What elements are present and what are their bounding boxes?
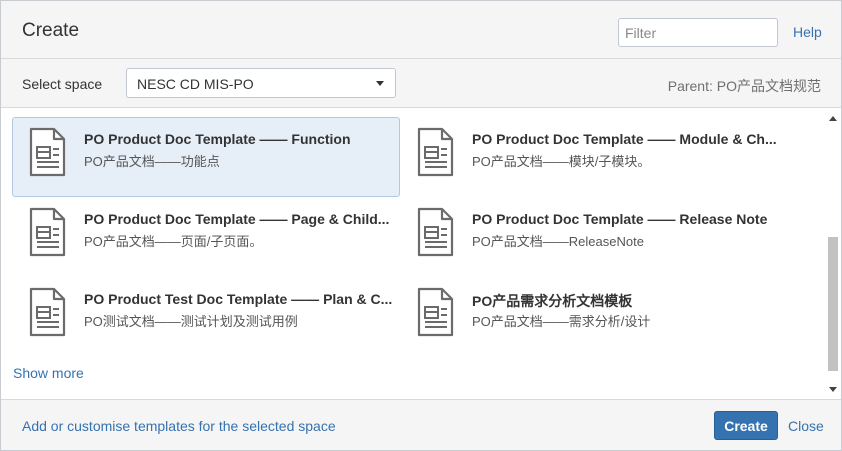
parent-page-label: Parent: PO产品文档规范 <box>667 78 821 94</box>
template-item[interactable]: PO产品需求分析文档模板 PO产品文档——需求分析/设计 <box>400 277 788 357</box>
template-description: PO产品文档——需求分析/设计 <box>472 314 651 329</box>
scroll-up-arrow-icon[interactable] <box>829 116 837 121</box>
space-selector-bar: Select space NESC CD MIS-PO Parent: PO产品… <box>1 59 841 108</box>
customise-templates-link[interactable]: Add or customise templates for the selec… <box>22 418 336 434</box>
template-item[interactable]: PO Product Doc Template —— Module & Ch..… <box>400 117 788 197</box>
template-description: PO测试文档——测试计划及测试用例 <box>84 314 298 329</box>
template-item[interactable]: PO Product Doc Template —— Page & Child.… <box>12 197 400 277</box>
template-list-scrollbar[interactable] <box>825 109 841 399</box>
document-template-icon <box>29 287 66 337</box>
template-name: PO Product Doc Template —— Function <box>84 131 351 147</box>
chevron-down-icon <box>376 81 384 86</box>
document-template-icon <box>417 127 454 177</box>
show-more-link[interactable]: Show more <box>13 365 84 381</box>
template-item[interactable]: PO Product Doc Template —— Function PO产品… <box>12 117 400 197</box>
document-template-icon <box>29 127 66 177</box>
create-dialog: Create Help Select space NESC CD MIS-PO … <box>0 0 842 451</box>
dialog-footer: Add or customise templates for the selec… <box>1 399 841 450</box>
help-link[interactable]: Help <box>793 24 822 40</box>
document-template-icon <box>417 207 454 257</box>
space-dropdown[interactable]: NESC CD MIS-PO <box>126 68 396 98</box>
dialog-title: Create <box>22 20 80 41</box>
template-item[interactable]: PO Product Test Doc Template —— Plan & C… <box>12 277 400 357</box>
template-name: PO Product Doc Template —— Release Note <box>472 211 768 227</box>
close-link[interactable]: Close <box>788 418 824 434</box>
template-description: PO产品文档——功能点 <box>84 154 220 169</box>
document-template-icon <box>417 287 454 337</box>
template-description: PO产品文档——页面/子页面。 <box>84 234 263 249</box>
template-item[interactable]: PO Product Doc Template —— Release Note … <box>400 197 788 277</box>
space-dropdown-value: NESC CD MIS-PO <box>137 76 254 92</box>
template-name: PO Product Doc Template —— Page & Child.… <box>84 211 390 227</box>
scrollbar-thumb[interactable] <box>828 237 838 371</box>
template-name: PO Product Doc Template —— Module & Ch..… <box>472 131 777 147</box>
template-description: PO产品文档——模块/子模块。 <box>472 154 651 169</box>
document-template-icon <box>29 207 66 257</box>
create-button[interactable]: Create <box>714 411 778 440</box>
template-name: PO Product Test Doc Template —— Plan & C… <box>84 291 393 307</box>
select-space-label: Select space <box>22 76 103 92</box>
template-name: PO产品需求分析文档模板 <box>472 293 633 309</box>
scroll-down-arrow-icon[interactable] <box>829 387 837 392</box>
template-list: PO Product Doc Template —— Function PO产品… <box>1 109 841 399</box>
dialog-header: Create Help <box>1 1 841 59</box>
template-description: PO产品文档——ReleaseNote <box>472 234 644 249</box>
filter-input[interactable] <box>618 18 778 47</box>
